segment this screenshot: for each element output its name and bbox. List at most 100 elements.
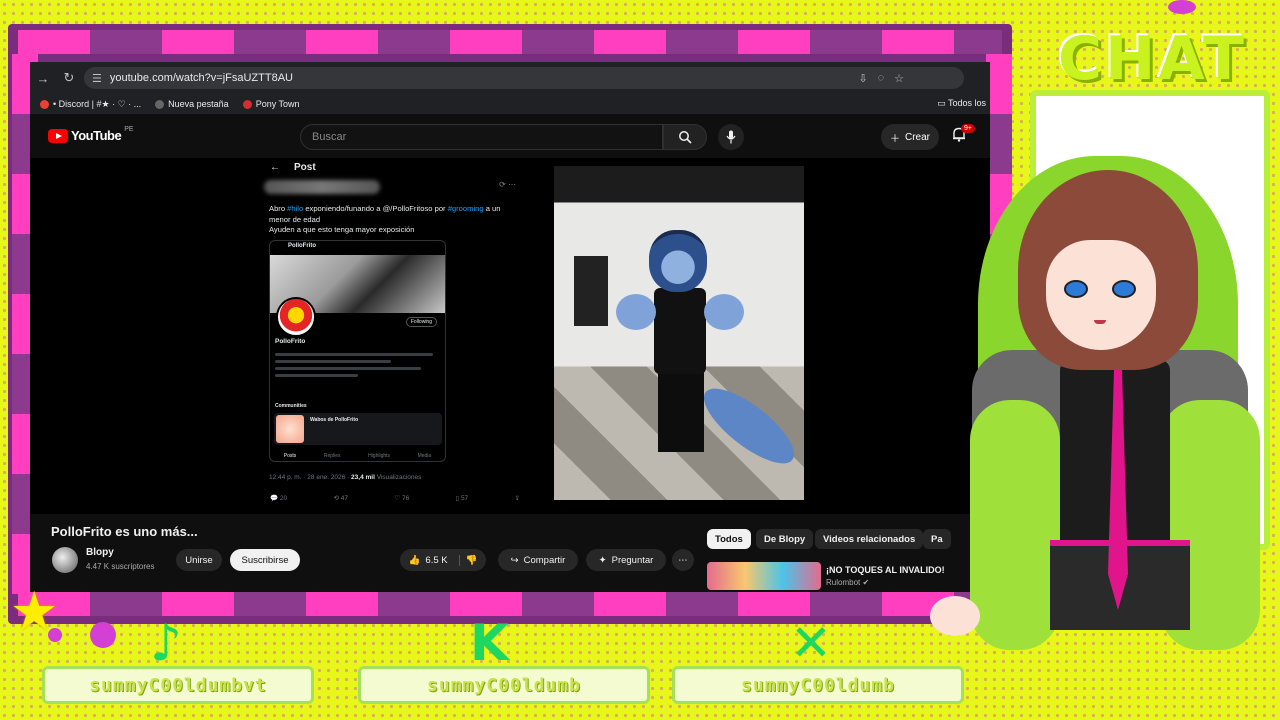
search-button[interactable] <box>663 124 707 150</box>
browser-window: → ↻ ☰ youtube.com/watch?v=jFsaUZTT8AU ⇩ … <box>30 62 990 592</box>
url-field[interactable]: ☰ youtube.com/watch?v=jFsaUZTT8AU ⇩ ◌ ☆ <box>84 67 964 89</box>
photo-paw-left <box>616 294 656 330</box>
subscriber-count: 4.47 K suscriptores <box>86 562 155 571</box>
recommended-title[interactable]: ¡NO TOQUES AL INVALIDO! <box>826 565 945 575</box>
thumbs-down-icon[interactable]: 👎 <box>458 554 477 566</box>
hashtag: #grooming <box>447 204 484 213</box>
like-action: ♡ 76 <box>394 495 410 502</box>
embedded-profile-screenshot: PolloFrito Following PolloFrito Communit… <box>269 240 446 462</box>
share-button[interactable]: ↪ Compartir <box>498 549 578 571</box>
youtube-logo[interactable]: YouTube PE <box>48 126 134 143</box>
censored-username <box>264 180 380 194</box>
post-text-part: exponiendo/funando a @/PolloFritoso por <box>303 204 448 213</box>
channel-name[interactable]: Blopy <box>86 547 114 558</box>
more-actions-button[interactable]: ⋯ <box>672 549 694 571</box>
search-input[interactable]: Buscar <box>300 124 663 150</box>
community-name: Wabos de PolloFrito <box>310 417 359 423</box>
video-player[interactable]: ← Post ⟳ ⋯ Abro #hilo exponiendo/funando… <box>30 158 990 514</box>
chip-related[interactable]: Videos relacionados <box>815 529 924 549</box>
overlay-bottom-stripe <box>18 592 1002 616</box>
bookmark-count: 57 <box>460 495 469 502</box>
photo-door <box>574 256 608 326</box>
create-button[interactable]: ＋ Crear <box>881 124 939 150</box>
embed-tab: Posts <box>283 453 297 459</box>
avatar-sleeve-left <box>970 400 1060 650</box>
channel-avatar[interactable] <box>52 547 78 573</box>
bookmark-discord[interactable]: • Discord | #★ · ♡ · ... <box>40 99 141 110</box>
embed-profile-name: PolloFrito <box>275 338 306 345</box>
bookmarks-bar: • Discord | #★ · ♡ · ... Nueva pestaña P… <box>30 94 990 114</box>
globe-icon <box>155 99 165 109</box>
subscribe-button[interactable]: Suscribirse <box>230 549 300 571</box>
post-screenshot: ← Post ⟳ ⋯ Abro #hilo exponiendo/funando… <box>262 158 524 510</box>
youtube-wordmark: YouTube <box>71 128 122 143</box>
all-bookmarks-folder[interactable]: ▭ Todos los <box>937 98 986 109</box>
photo-head <box>649 230 707 292</box>
bookmark-star-icon[interactable]: ☆ <box>894 72 904 85</box>
recommended-channel[interactable]: Rulombot ✔ <box>826 578 869 587</box>
chip-all[interactable]: Todos <box>707 529 751 549</box>
post-text-line: Ayuden a que esto tenga mayor exposición <box>269 225 415 235</box>
recommended-thumbnail[interactable] <box>707 562 821 590</box>
ask-label: Preguntar <box>611 554 654 566</box>
thumbs-up-icon: 👍 <box>408 554 421 566</box>
post-text-part: Abro <box>269 204 288 213</box>
join-button[interactable]: Unirse <box>176 549 222 571</box>
post-views-label: Visualizaciones <box>374 474 422 481</box>
photo-legs <box>658 372 704 452</box>
embed-tabs: Posts Replies Highlights Media <box>270 453 445 459</box>
vtuber-avatar <box>930 150 1280 720</box>
post-header: ← Post <box>270 162 316 173</box>
install-icon[interactable]: ⇩ <box>858 72 867 85</box>
social-handle-x: summyC00ldumb <box>672 666 964 704</box>
voice-search-button[interactable] <box>718 124 744 150</box>
embed-tab: Replies <box>323 453 341 459</box>
overlay-top-stripe <box>18 30 1002 54</box>
bookmark-label: Pony Town <box>255 99 300 109</box>
social-handle-kick: summyC00ldumb <box>358 666 650 704</box>
like-dislike-button[interactable]: 👍 6.5 K 👎 <box>400 549 486 571</box>
post-actions: 💬 20 ⟲ 47 ♡ 76 ▯ 57 ⇪ <box>270 494 520 502</box>
tiktok-icon: ♪ <box>150 614 182 672</box>
bookmark-pony-town[interactable]: Pony Town <box>242 99 300 109</box>
country-code: PE <box>124 126 134 133</box>
embed-community-card: Wabos de PolloFrito <box>274 413 442 445</box>
eye-off-icon[interactable]: ◌ <box>878 72 885 84</box>
sparkle-icon: ✦ <box>598 554 607 566</box>
reload-icon[interactable]: ↻ <box>56 70 82 86</box>
address-bar-actions: ⇩ ◌ ☆ <box>858 67 904 89</box>
share-arrow-icon: ↪ <box>510 554 519 566</box>
microphone-icon <box>726 130 736 144</box>
embed-bio-lines <box>275 353 441 381</box>
verified-icon: ✔ <box>862 578 870 587</box>
photo-body <box>654 288 706 374</box>
url-text: youtube.com/watch?v=jFsaUZTT8AU <box>109 72 293 84</box>
reply-count: 20 <box>279 495 288 502</box>
kick-icon: K <box>470 614 509 672</box>
site-settings-icon[interactable]: ☰ <box>92 72 102 85</box>
like-count: 6.5 K <box>425 554 448 566</box>
photo-paw-right <box>704 294 744 330</box>
embed-follow-badge: Following <box>405 317 437 327</box>
embed-profile-header: PolloFrito <box>288 243 316 249</box>
like-count: 76 <box>401 495 410 502</box>
chip-from-channel[interactable]: De Blopy <box>756 529 814 549</box>
post-text: Abro #hilo exponiendo/funando a @/PolloF… <box>269 204 517 236</box>
bookmark-label: • Discord | #★ · ♡ · ... <box>53 98 142 109</box>
plus-icon: ＋ <box>889 133 900 145</box>
embed-tab: Highlights <box>368 453 391 459</box>
recommended-channel-name: Rulombot <box>826 578 861 587</box>
hashtag: #hilo <box>287 204 304 213</box>
back-arrow-icon: ← <box>270 162 280 173</box>
address-bar-row: → ↻ ☰ youtube.com/watch?v=jFsaUZTT8AU ⇩ … <box>30 62 990 94</box>
post-header-label: Post <box>294 162 316 173</box>
embed-communities-label: Communities <box>275 403 307 409</box>
embed-tab: Media <box>417 453 432 459</box>
repost-count: 47 <box>340 495 348 502</box>
avatar-eye-left <box>1064 280 1088 298</box>
chat-title: CHAT <box>1058 24 1247 94</box>
forward-icon[interactable]: → <box>30 71 56 86</box>
ask-button[interactable]: ✦ Preguntar <box>586 549 666 571</box>
bookmark-new-tab[interactable]: Nueva pestaña <box>155 99 229 109</box>
social-handle-tiktok: summyC00ldumbvt <box>42 666 314 704</box>
